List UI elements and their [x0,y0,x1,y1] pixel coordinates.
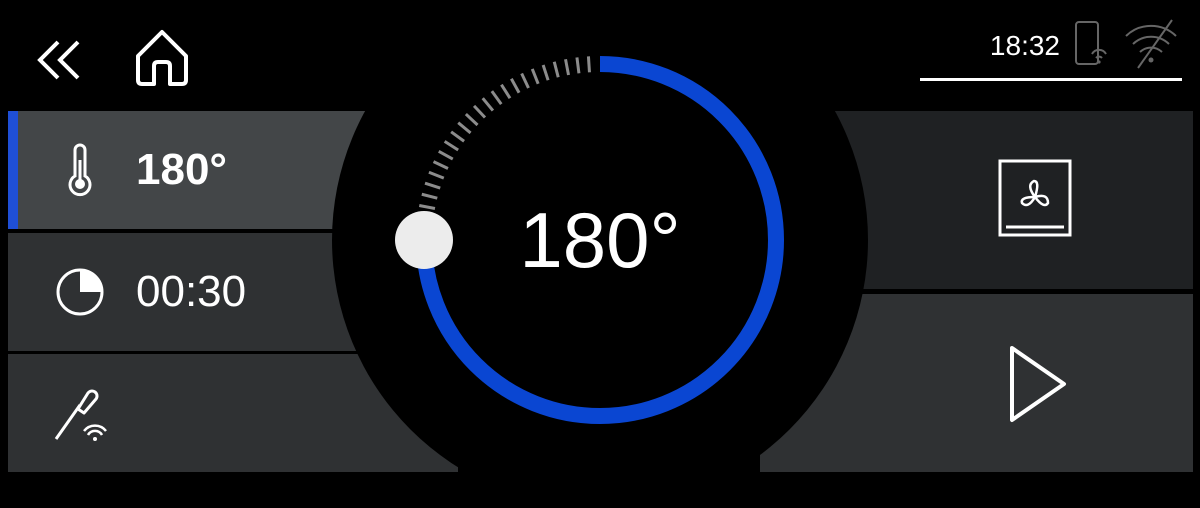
dial-tick [510,78,521,94]
dial-tick [552,61,560,78]
wifi-off-icon [1122,14,1180,72]
wireless-probe-icon [54,389,107,441]
dial-tick [500,83,512,99]
dial-tick [472,104,487,119]
fan-oven-mode-icon [998,159,1072,237]
dial-tick [457,121,472,135]
phone-remote-icon [1072,20,1112,68]
dial-tick [490,90,503,105]
dial-tick [421,192,438,200]
dial-tick [464,112,479,127]
dial-tick [450,130,465,143]
dial-tick [424,181,441,190]
dial-tick [443,140,459,152]
dial-knob[interactable] [395,211,453,269]
dial-tick [481,97,495,112]
double-chevron-left-icon [37,40,80,80]
dial-tick [438,150,454,161]
dial-temperature-value: 180° [519,196,681,284]
dial-tick [564,58,570,76]
duration-value: 00:30 [136,267,247,316]
status-bar-underline [920,78,1182,81]
back-button[interactable] [30,30,90,90]
dial-tick [530,68,540,85]
dial-tick [418,204,436,210]
dial-tick [586,56,591,73]
dial-tick [428,170,445,180]
home-icon [136,30,188,86]
timer-pie-icon [56,268,104,316]
home-button[interactable] [130,26,194,90]
dial-tick [432,160,449,170]
play-icon [1010,346,1066,422]
dial-tick [520,72,530,89]
dial-tick [541,64,550,81]
thermometer-icon [68,143,92,197]
temperature-value: 180° [136,145,228,194]
dial-tick [575,57,581,74]
clock: 18:32 [989,30,1060,61]
selected-indicator [8,111,18,229]
